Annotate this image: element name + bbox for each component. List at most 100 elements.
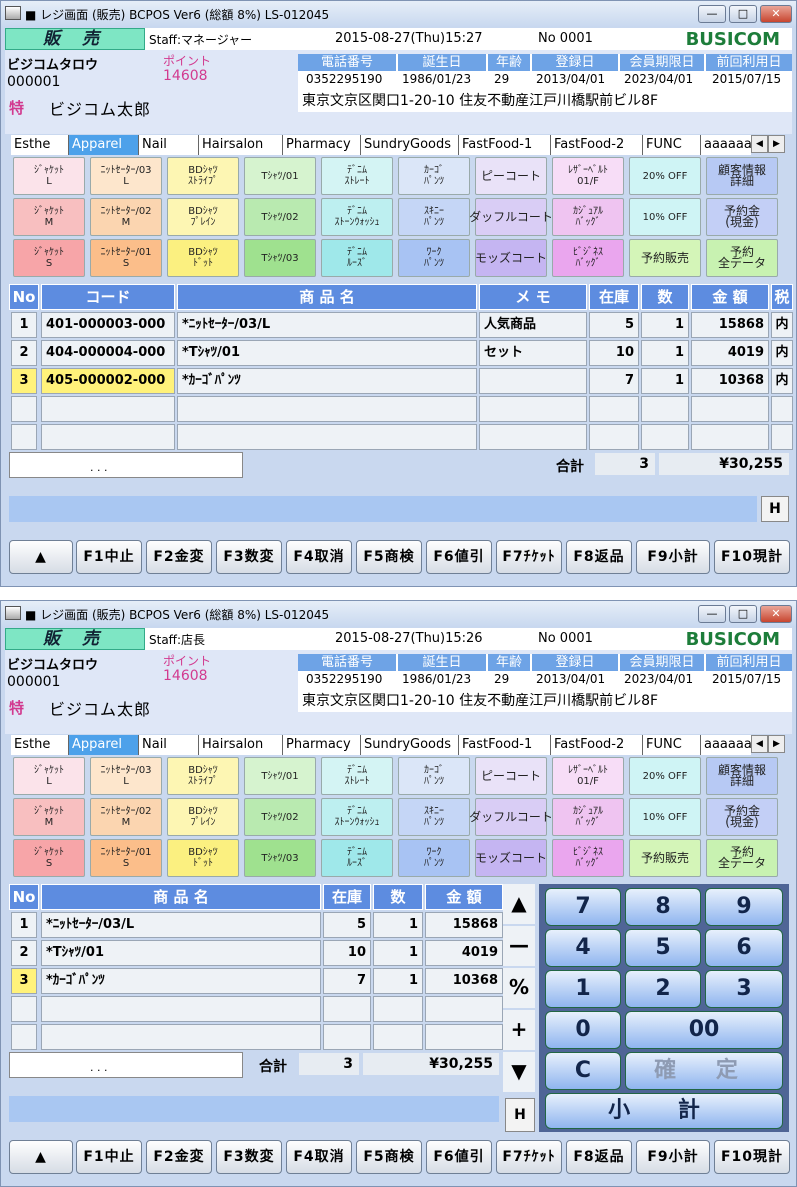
- tab-apparel[interactable]: Apparel: [69, 735, 139, 755]
- f4-void-button[interactable]: F4取消: [286, 1140, 352, 1174]
- product-button[interactable]: ｽｷﾆｰ ﾊﾟﾝﾂ: [398, 198, 470, 236]
- row-amount[interactable]: 4019: [425, 940, 503, 966]
- empty-cell[interactable]: [373, 1024, 423, 1050]
- discount-20-button[interactable]: 20% OFF: [629, 757, 701, 795]
- product-button[interactable]: Tｼｬﾂ/02: [244, 198, 316, 236]
- row-no[interactable]: 3: [11, 968, 37, 994]
- empty-cell[interactable]: [11, 424, 37, 450]
- empty-cell[interactable]: [771, 424, 793, 450]
- row-stock[interactable]: 7: [589, 368, 639, 394]
- row-tax[interactable]: 内: [771, 368, 793, 394]
- empty-cell[interactable]: [11, 1024, 37, 1050]
- tab-hairsalon[interactable]: Hairsalon: [199, 735, 283, 755]
- product-button[interactable]: BDｼｬﾂ ﾄﾞｯﾄ: [167, 839, 239, 877]
- row-code[interactable]: 401-000003-000: [41, 312, 175, 338]
- row-no[interactable]: 1: [11, 312, 37, 338]
- product-button[interactable]: Tｼｬﾂ/02: [244, 798, 316, 836]
- h-button[interactable]: H: [761, 496, 789, 522]
- row-stock[interactable]: 5: [589, 312, 639, 338]
- f7-ticket-button[interactable]: F7ﾁｹｯﾄ: [496, 540, 562, 574]
- key-6[interactable]: 6: [705, 929, 783, 967]
- product-button[interactable]: ｼﾞｬｹｯﾄ M: [13, 798, 85, 836]
- product-button[interactable]: ﾃﾞﾆﾑ ﾙｰｽﾞ: [321, 839, 393, 877]
- clear-button[interactable]: C: [545, 1052, 621, 1090]
- f4-void-button[interactable]: F4取消: [286, 540, 352, 574]
- product-button[interactable]: ｶｰｺﾞ ﾊﾟﾝﾂ: [398, 157, 470, 195]
- product-button[interactable]: ｼﾞｬｹｯﾄ M: [13, 198, 85, 236]
- f3-qty-change-button[interactable]: F3数変: [216, 1140, 282, 1174]
- product-button[interactable]: ﾚｻﾞｰﾍﾞﾙﾄ 01/F: [552, 757, 624, 795]
- f1-cancel-button[interactable]: F1中止: [76, 1140, 142, 1174]
- row-memo[interactable]: [479, 368, 587, 394]
- row-tax[interactable]: 内: [771, 312, 793, 338]
- empty-cell[interactable]: [479, 424, 587, 450]
- f10-cash-button[interactable]: F10現計: [714, 540, 790, 574]
- product-button[interactable]: ﾃﾞﾆﾑ ｽﾄｰﾝｳｫｯｼｭ: [321, 798, 393, 836]
- tab-func[interactable]: FUNC: [643, 135, 701, 155]
- tab-esthe[interactable]: Esthe: [11, 135, 69, 155]
- empty-cell[interactable]: [323, 1024, 371, 1050]
- product-button[interactable]: ｼﾞｬｹｯﾄ S: [13, 239, 85, 277]
- row-name[interactable]: *ｶｰｺﾞﾊﾟﾝﾂ: [177, 368, 477, 394]
- row-amount[interactable]: 15868: [691, 312, 769, 338]
- minimize-button[interactable]: —: [698, 5, 726, 23]
- down-arrow-button[interactable]: ▼: [503, 1052, 535, 1092]
- tab-aaaaaa[interactable]: aaaaaa: [701, 135, 752, 155]
- empty-cell[interactable]: [691, 396, 769, 422]
- f9-subtotal-button[interactable]: F9小計: [636, 1140, 710, 1174]
- row-qty[interactable]: 1: [641, 368, 689, 394]
- empty-cell[interactable]: [771, 396, 793, 422]
- up-arrow-button[interactable]: ▲: [9, 1140, 73, 1174]
- product-button[interactable]: ｶｰｺﾞ ﾊﾟﾝﾂ: [398, 757, 470, 795]
- key-2[interactable]: 2: [625, 970, 701, 1008]
- tab-right-arrow-icon[interactable]: ▶: [768, 735, 785, 753]
- product-button[interactable]: ダッフルコート: [469, 198, 553, 236]
- product-button[interactable]: ﾚｻﾞｰﾍﾞﾙﾄ 01/F: [552, 157, 624, 195]
- close-button[interactable]: ✕: [760, 5, 792, 23]
- maximize-button[interactable]: □: [729, 5, 757, 23]
- product-button[interactable]: ﾆｯﾄｾｰﾀｰ/01 S: [90, 239, 162, 277]
- percent-button[interactable]: %: [503, 968, 535, 1008]
- row-qty[interactable]: 1: [373, 912, 423, 938]
- customer-detail-button[interactable]: 顧客情報 詳細: [706, 157, 778, 195]
- row-no[interactable]: 2: [11, 940, 37, 966]
- product-button[interactable]: ｽｷﾆｰ ﾊﾟﾝﾂ: [398, 798, 470, 836]
- reservation-sale-button[interactable]: 予約販売: [629, 839, 701, 877]
- row-amount[interactable]: 10368: [691, 368, 769, 394]
- tab-sundrygoods[interactable]: SundryGoods: [361, 735, 459, 755]
- product-button[interactable]: ｼﾞｬｹｯﾄ L: [13, 757, 85, 795]
- key-4[interactable]: 4: [545, 929, 621, 967]
- tab-fastfood-1[interactable]: FastFood-1: [459, 735, 551, 755]
- f6-discount-button[interactable]: F6値引: [426, 1140, 492, 1174]
- row-qty[interactable]: 1: [641, 312, 689, 338]
- product-button[interactable]: ﾃﾞﾆﾑ ｽﾄｰﾝｳｫｯｼｭ: [321, 198, 393, 236]
- up-arrow-button[interactable]: ▲: [9, 540, 73, 574]
- empty-cell[interactable]: [641, 396, 689, 422]
- up-arrow-button[interactable]: ▲: [503, 884, 535, 924]
- key-00[interactable]: 00: [625, 1011, 783, 1049]
- f8-return-button[interactable]: F8返品: [566, 540, 632, 574]
- tab-right-arrow-icon[interactable]: ▶: [768, 135, 785, 153]
- f2-price-change-button[interactable]: F2金変: [146, 540, 212, 574]
- customer-detail-button[interactable]: 顧客情報 詳細: [706, 757, 778, 795]
- empty-cell[interactable]: [11, 396, 37, 422]
- product-button[interactable]: BDｼｬﾂ ﾌﾟﾚｲﾝ: [167, 198, 239, 236]
- tab-fastfood-2[interactable]: FastFood-2: [551, 135, 643, 155]
- empty-cell[interactable]: [41, 996, 321, 1022]
- tab-pharmacy[interactable]: Pharmacy: [283, 135, 361, 155]
- f5-search-button[interactable]: F5商検: [356, 540, 422, 574]
- f5-search-button[interactable]: F5商検: [356, 1140, 422, 1174]
- row-qty[interactable]: 1: [641, 340, 689, 366]
- product-button[interactable]: ﾜｰｸ ﾊﾟﾝﾂ: [398, 839, 470, 877]
- entry-input[interactable]: . . .: [9, 452, 243, 478]
- empty-cell[interactable]: [425, 1024, 503, 1050]
- product-button[interactable]: ﾆｯﾄｾｰﾀｰ/03 L: [90, 757, 162, 795]
- h-button[interactable]: H: [505, 1098, 535, 1132]
- empty-cell[interactable]: [589, 424, 639, 450]
- entry-input[interactable]: . . .: [9, 1052, 243, 1078]
- empty-cell[interactable]: [11, 996, 37, 1022]
- confirm-button[interactable]: 確 定: [625, 1052, 783, 1090]
- row-amount[interactable]: 4019: [691, 340, 769, 366]
- row-stock[interactable]: 7: [323, 968, 371, 994]
- product-button[interactable]: ﾋﾞｼﾞﾈｽ ﾊﾞｯｸﾞ: [552, 839, 624, 877]
